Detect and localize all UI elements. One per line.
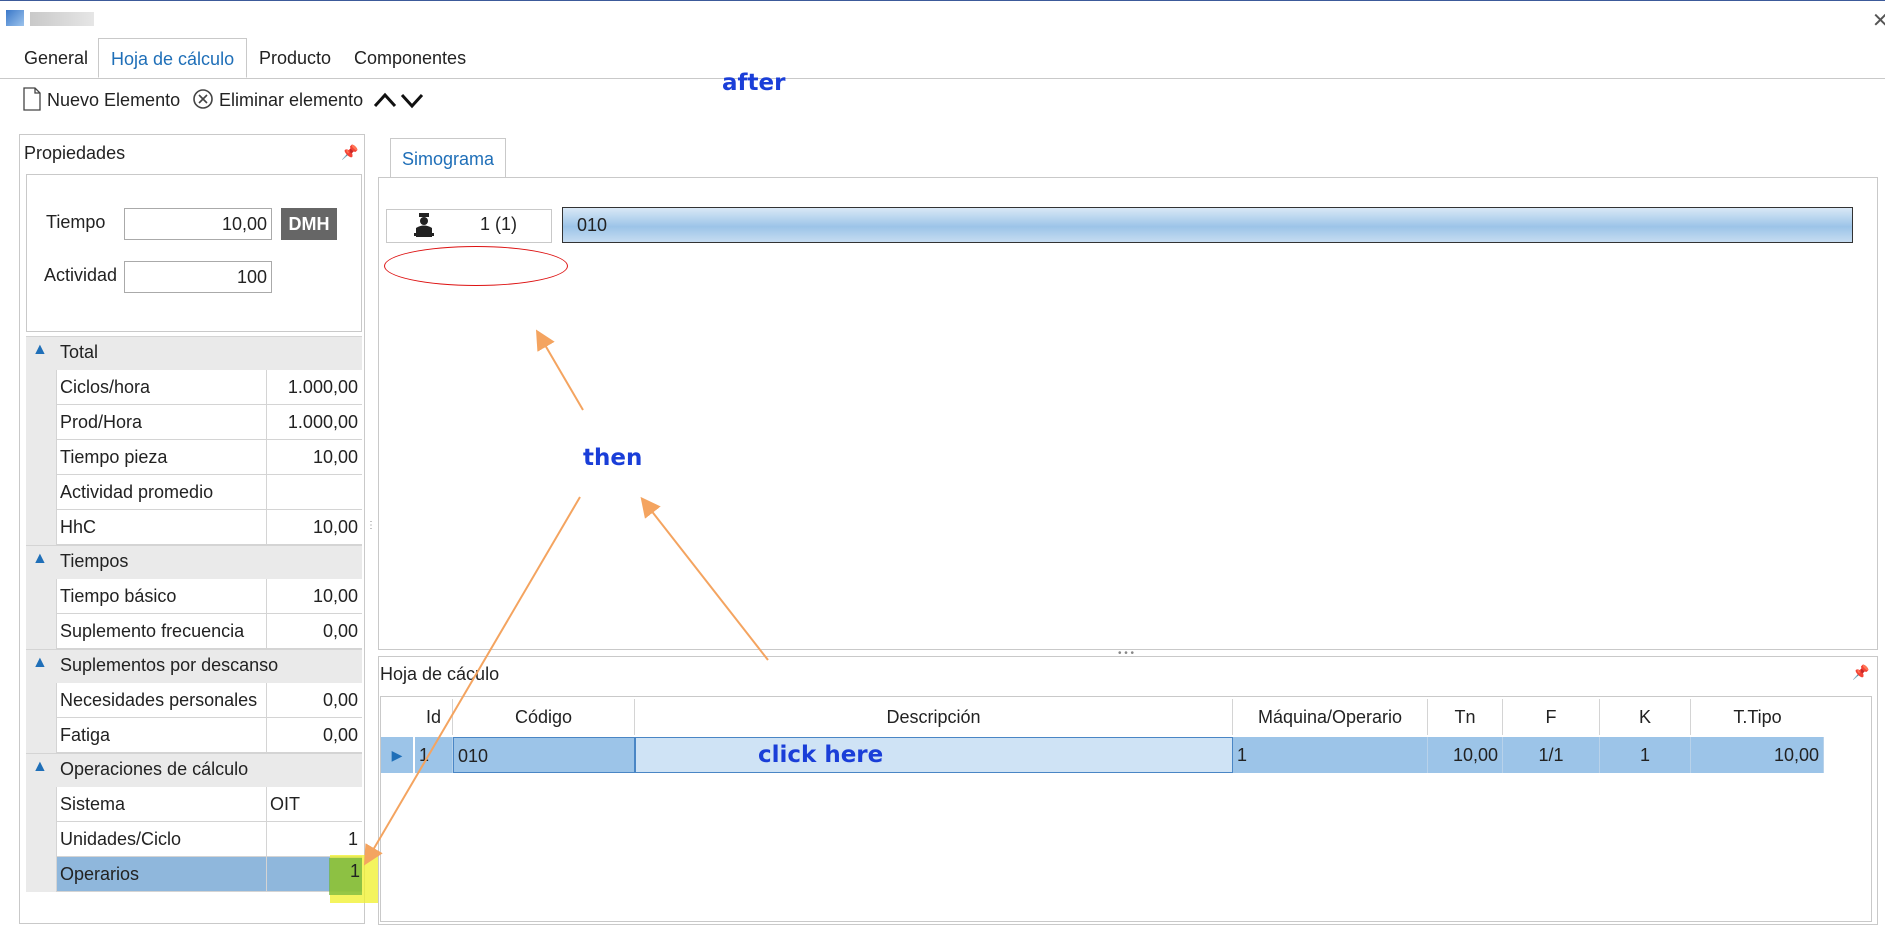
arrow-up-to-worker <box>535 329 584 411</box>
annotation-arrows <box>363 329 769 866</box>
arrow-up-from-grid <box>640 496 769 661</box>
arrow-down-to-operarios <box>363 496 581 866</box>
